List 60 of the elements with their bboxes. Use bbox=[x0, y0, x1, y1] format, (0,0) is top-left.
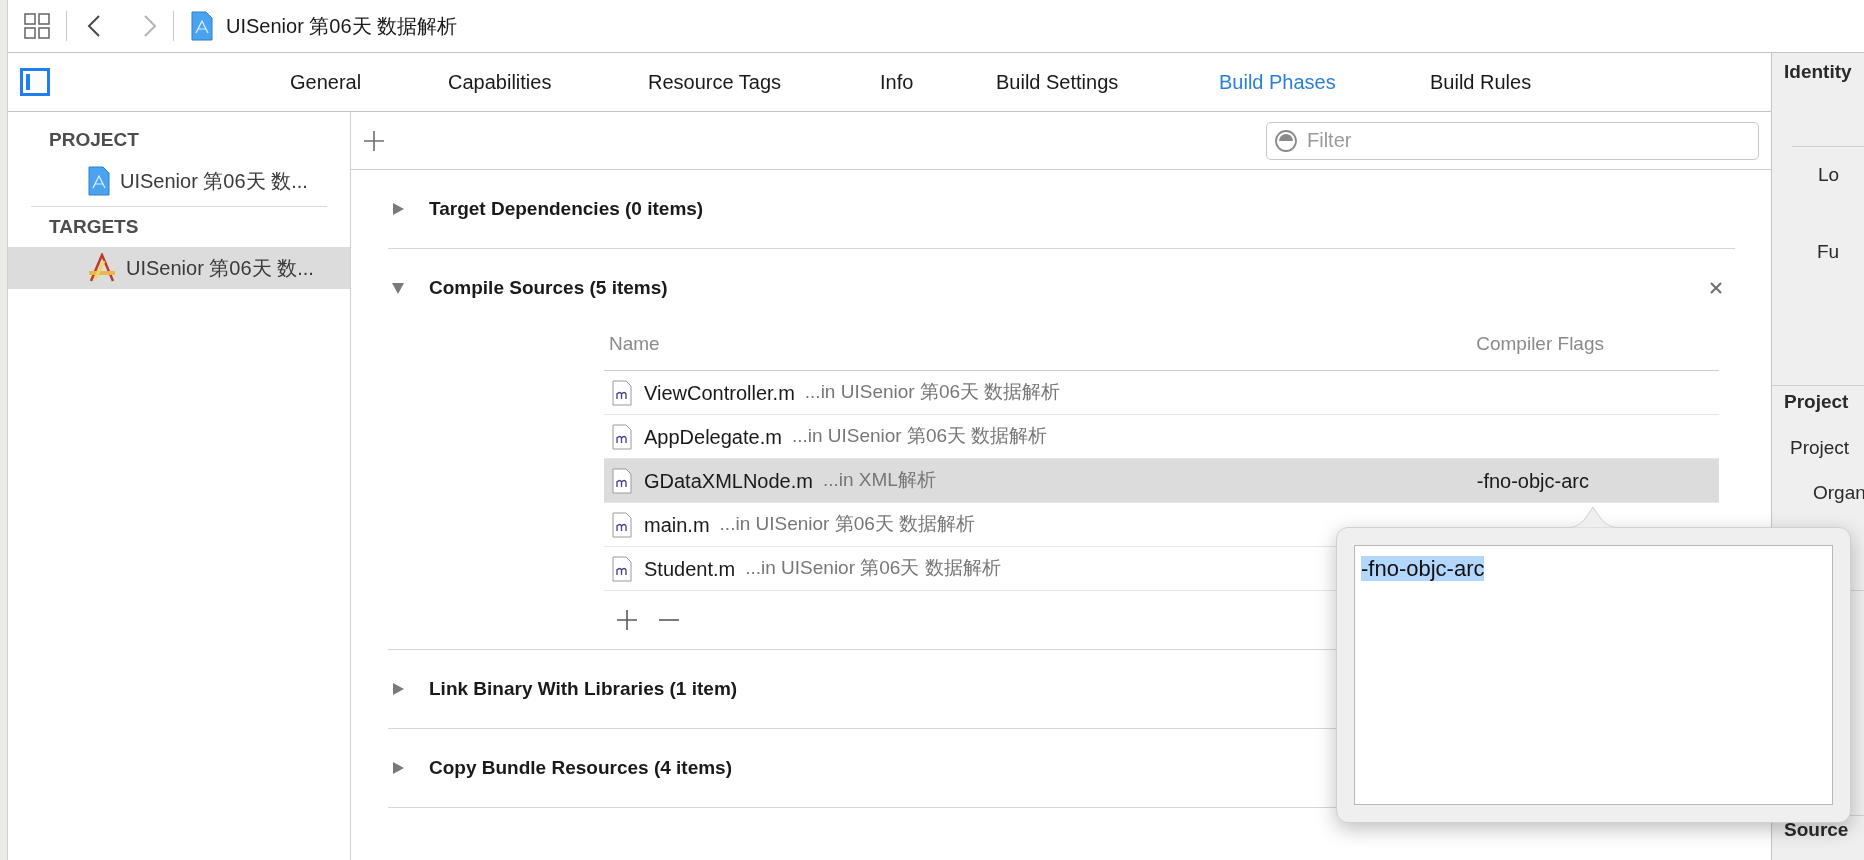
remove-icon[interactable] bbox=[658, 618, 680, 622]
tab[interactable]: General bbox=[290, 67, 362, 97]
source-file-icon bbox=[612, 555, 632, 582]
file-name: main.m bbox=[644, 512, 710, 538]
section-header: TARGETS bbox=[48, 214, 140, 239]
source-file-icon bbox=[612, 423, 632, 450]
sidebar-item[interactable]: UISenior 第06天 数... bbox=[8, 160, 350, 202]
source-file-icon bbox=[612, 511, 632, 538]
filter-field[interactable]: Filter bbox=[1266, 121, 1759, 160]
phase-title[interactable]: Copy Bundle Resources (4 items) bbox=[429, 753, 733, 783]
phase-title[interactable]: Target Dependencies (0 items) bbox=[429, 194, 704, 224]
close-icon[interactable] bbox=[1709, 281, 1723, 295]
flags-field[interactable]: -fno-objc-arc bbox=[1354, 545, 1833, 805]
project-file-icon bbox=[190, 11, 214, 41]
grid-icon[interactable] bbox=[23, 12, 51, 40]
tab[interactable]: Resource Tags bbox=[648, 67, 782, 97]
tab[interactable]: Build Phases bbox=[1219, 67, 1336, 97]
file-row[interactable]: GDataXMLNode.m ...in XML解析 -fno-objc-arc bbox=[604, 459, 1719, 503]
disclosure-triangle-icon[interactable] bbox=[391, 761, 405, 775]
disclosure-triangle-icon[interactable] bbox=[391, 682, 405, 696]
file-name: AppDelegate.m bbox=[644, 424, 782, 450]
column-header[interactable]: Compiler Flags bbox=[1476, 330, 1604, 359]
tab[interactable]: Capabilities bbox=[448, 67, 552, 97]
file-name: GDataXMLNode.m bbox=[644, 468, 813, 494]
add-icon[interactable] bbox=[363, 129, 385, 152]
compiler-flags[interactable]: -fno-objc-arc bbox=[1476, 465, 1589, 496]
file-row[interactable]: ViewController.m ...in UISenior 第06天 数据解析 bbox=[604, 371, 1719, 415]
tab[interactable]: Build Settings bbox=[996, 67, 1119, 97]
inspector-label: Organ bbox=[1813, 481, 1864, 505]
filter-icon bbox=[1274, 128, 1298, 153]
file-location: ...in UISenior 第06天 数据解析 bbox=[804, 380, 1061, 405]
phase-title[interactable]: Compile Sources (5 items) bbox=[429, 273, 668, 303]
file-location: ...in UISenior 第06天 数据解析 bbox=[745, 556, 1001, 581]
file-location: ...in UISenior 第06天 数据解析 bbox=[791, 424, 1048, 449]
breadcrumb[interactable]: UISenior 第06天 数据解析 bbox=[226, 11, 458, 41]
file-name: Student.m bbox=[644, 556, 736, 582]
sidebar-toggle-icon[interactable] bbox=[20, 68, 50, 96]
back-icon[interactable] bbox=[87, 14, 101, 38]
source-file-icon bbox=[612, 379, 632, 406]
add-icon[interactable] bbox=[616, 609, 638, 631]
file-location: ...in XML解析 bbox=[822, 468, 936, 493]
disclosure-triangle-icon[interactable] bbox=[391, 202, 405, 216]
app-target-icon bbox=[87, 253, 117, 283]
inspector-label: Lo bbox=[1818, 163, 1840, 187]
selected-text: -fno-objc-arc bbox=[1361, 556, 1485, 581]
tab[interactable]: Info bbox=[880, 67, 914, 97]
file-location: ...in UISenior 第06天 数据解析 bbox=[719, 512, 976, 537]
disclosure-triangle-icon[interactable] bbox=[391, 281, 405, 295]
phase-title[interactable]: Link Binary With Libraries (1 item) bbox=[429, 674, 738, 704]
tab[interactable]: Build Rules bbox=[1430, 67, 1532, 97]
inspector-heading: Project bbox=[1784, 390, 1849, 414]
inspector-heading: Identity bbox=[1784, 60, 1852, 84]
inspector-label: Project bbox=[1790, 436, 1850, 460]
section-header: PROJECT bbox=[48, 127, 140, 152]
inspector-heading: Source bbox=[1784, 818, 1849, 842]
source-file-icon bbox=[612, 467, 632, 494]
inspector-label: Fu bbox=[1817, 240, 1840, 264]
sidebar-item[interactable]: UISenior 第06天 数... bbox=[8, 247, 350, 289]
project-file-icon bbox=[87, 166, 111, 196]
file-name: ViewController.m bbox=[644, 380, 795, 406]
